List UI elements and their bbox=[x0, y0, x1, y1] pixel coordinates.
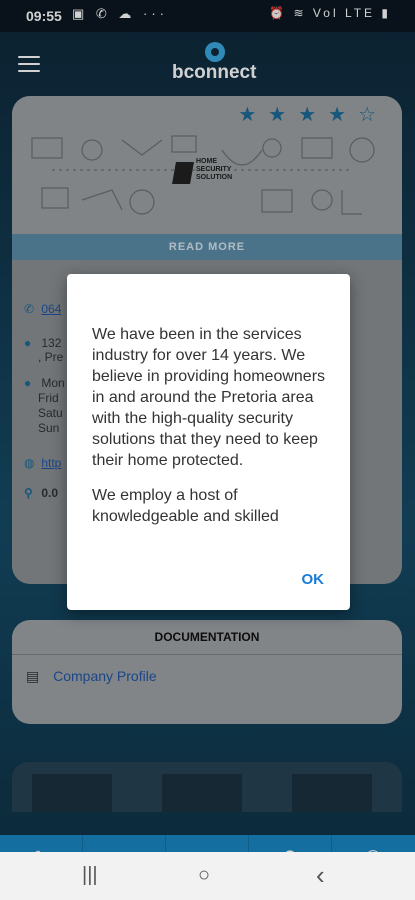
back-button[interactable]: ‹ bbox=[316, 860, 325, 891]
about-dialog: We have been in the services industry fo… bbox=[67, 274, 350, 610]
home-button[interactable]: ○ bbox=[198, 864, 210, 887]
ok-button[interactable]: OK bbox=[302, 571, 325, 588]
system-navigation-bar: ||| ○ ‹ bbox=[0, 852, 415, 900]
dialog-paragraph: We have been in the services industry fo… bbox=[92, 326, 326, 469]
dialog-message: We have been in the services industry fo… bbox=[92, 324, 332, 552]
recents-button[interactable]: ||| bbox=[82, 864, 98, 887]
dialog-paragraph: We employ a host of knowledgeable and sk… bbox=[92, 487, 279, 525]
